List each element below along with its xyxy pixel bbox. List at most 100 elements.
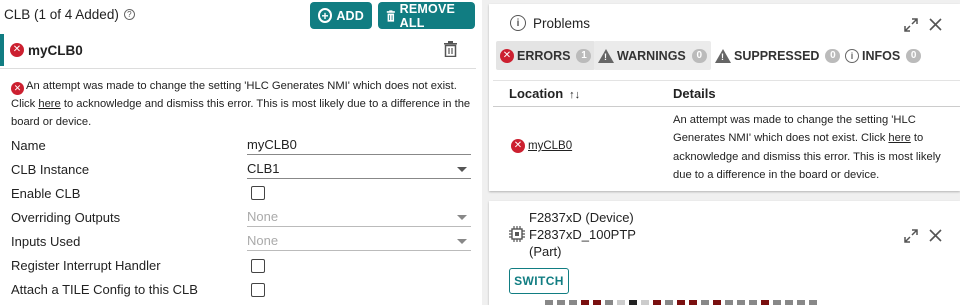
info-icon: i <box>845 48 859 63</box>
overriding-outputs-select[interactable]: None <box>247 209 471 227</box>
clb-config-panel: CLB (1 of 4 Added) ? + ADD REMOVE ALL ✕ … <box>0 0 482 305</box>
device-pin-preview <box>545 300 817 305</box>
register-interrupt-handler-label: Register Interrupt Handler <box>11 258 161 273</box>
name-label: Name <box>11 138 46 153</box>
pin <box>689 300 697 305</box>
inputs-used-label: Inputs Used <box>11 234 81 249</box>
remove-all-button[interactable]: REMOVE ALL <box>378 1 475 30</box>
pin <box>653 300 661 305</box>
pin <box>773 300 781 305</box>
inputs-used-value: None <box>247 233 279 248</box>
close-icon[interactable] <box>929 18 942 31</box>
location-column-label: Location <box>509 86 564 101</box>
pin <box>641 300 649 305</box>
add-button-label: ADD <box>336 8 364 23</box>
details-text-before: An attempt was made to change the settin… <box>673 114 916 145</box>
attach-tile-config-checkbox[interactable] <box>251 283 265 297</box>
sort-icon[interactable]: ↑↓ <box>569 89 580 101</box>
divider <box>493 80 960 81</box>
delete-instance-icon[interactable] <box>444 41 457 57</box>
name-field[interactable]: myCLB0 <box>247 137 471 155</box>
warning-icon: ! <box>598 48 614 63</box>
problems-title: Problems <box>533 15 591 31</box>
pin <box>749 300 757 305</box>
remove-all-button-label: REMOVE ALL <box>399 1 456 30</box>
pin <box>617 300 625 305</box>
enable-clb-label: Enable CLB <box>11 186 81 201</box>
error-icon: ✕ <box>511 139 525 153</box>
problem-location-link[interactable]: ✕ myCLB0 <box>511 139 572 153</box>
device-info: F2837xD (Device) F2837xD_100PTP (Part) <box>529 209 636 260</box>
location-column-header[interactable]: Location ↑↓ <box>509 86 580 101</box>
warnings-count-badge: 0 <box>691 48 707 63</box>
chevron-down-icon <box>457 167 467 172</box>
pin <box>677 300 685 305</box>
pin <box>593 300 601 305</box>
part-suffix: (Part) <box>529 244 562 259</box>
details-dismiss-link[interactable]: here <box>888 132 910 144</box>
help-icon[interactable]: ? <box>123 9 135 20</box>
pin <box>665 300 673 305</box>
infos-count-badge: 0 <box>906 48 922 63</box>
tab-errors-label: ERRORS <box>517 48 571 63</box>
overriding-outputs-label: Overriding Outputs <box>11 210 121 225</box>
part-line: F2837xD_100PTP <box>529 227 636 242</box>
errors-count-badge: 1 <box>576 48 592 63</box>
warning-icon: ! <box>715 48 731 63</box>
clb-instance-value: CLB1 <box>247 161 280 176</box>
pin <box>725 300 733 305</box>
pin <box>605 300 613 305</box>
details-column-header: Details <box>673 86 716 101</box>
tab-suppressed[interactable]: ! SUPPRESSED 0 <box>711 41 844 70</box>
chip-icon <box>509 226 525 242</box>
pin <box>761 300 769 305</box>
tab-suppressed-label: SUPPRESSED <box>734 48 820 63</box>
instance-row[interactable]: ✕ myCLB0 <box>0 34 476 66</box>
instance-name: myCLB0 <box>28 42 83 58</box>
pin <box>713 300 721 305</box>
divider <box>0 68 476 69</box>
pin <box>785 300 793 305</box>
tab-infos[interactable]: i INFOS 0 <box>841 41 925 70</box>
clb-instance-select[interactable]: CLB1 <box>247 161 471 179</box>
device-line: F2837xD (Device) <box>529 210 634 225</box>
tab-warnings-label: WARNINGS <box>617 48 686 63</box>
tab-warnings[interactable]: ! WARNINGS 0 <box>594 41 711 70</box>
expand-icon[interactable] <box>904 229 918 243</box>
trash-icon <box>386 9 395 22</box>
plus-circle-icon: + <box>318 8 333 23</box>
tab-infos-label: INFOS <box>862 48 901 63</box>
inputs-used-select[interactable]: None <box>247 233 471 251</box>
overriding-outputs-value: None <box>247 209 279 224</box>
problem-location-text: myCLB0 <box>528 140 573 152</box>
panel-title: CLB (1 of 4 Added) <box>4 7 119 22</box>
pin <box>629 300 637 305</box>
pin <box>737 300 745 305</box>
error-icon: ✕ <box>11 82 24 95</box>
chevron-down-icon <box>457 239 467 244</box>
error-icon: ✕ <box>500 48 514 63</box>
tab-errors[interactable]: ✕ ERRORS 1 <box>496 41 596 70</box>
dismiss-error-link[interactable]: here <box>38 98 60 110</box>
expand-icon[interactable] <box>904 18 918 32</box>
divider <box>493 106 960 107</box>
problem-details: An attempt was made to change the settin… <box>673 111 960 184</box>
close-icon[interactable] <box>929 229 942 242</box>
pin <box>797 300 805 305</box>
switch-button[interactable]: SWITCH <box>509 268 569 294</box>
pin <box>557 300 565 305</box>
enable-clb-checkbox[interactable] <box>251 186 265 200</box>
chevron-down-icon <box>457 215 467 220</box>
register-interrupt-handler-checkbox[interactable] <box>251 259 265 273</box>
error-icon: ✕ <box>10 43 24 57</box>
add-button[interactable]: + ADD <box>310 2 372 29</box>
suppressed-count-badge: 0 <box>825 48 841 63</box>
pin <box>581 300 589 305</box>
pin <box>569 300 577 305</box>
error-message: ✕ An attempt was made to change the setti… <box>11 77 471 131</box>
clb-instance-label: CLB Instance <box>11 162 90 177</box>
attach-tile-config-label: Attach a TILE Config to this CLB <box>11 282 198 297</box>
error-text-after: to acknowledge and dismiss this error. T… <box>11 98 471 128</box>
info-icon: i <box>510 15 526 31</box>
pin <box>809 300 817 305</box>
